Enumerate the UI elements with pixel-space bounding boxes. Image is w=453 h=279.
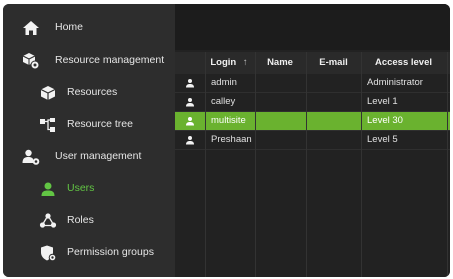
table-row[interactable]: Preshaan Level 5 (175, 131, 450, 150)
column-divider (447, 52, 448, 277)
column-divider (205, 52, 206, 277)
cell-name (257, 93, 305, 111)
cell-email (308, 112, 360, 130)
sidebar-item-label: Permission groups (67, 246, 154, 258)
sidebar-item-label: Roles (67, 214, 94, 226)
cell-login: Preshaan (211, 134, 252, 145)
sidebar-item-users[interactable]: Users (3, 173, 175, 205)
user-gear-icon (22, 149, 40, 165)
cell-email (308, 74, 360, 92)
user-icon (186, 136, 194, 145)
table-row[interactable]: calley Level 1 (175, 93, 450, 112)
sidebar-item-permission-groups[interactable]: Permission groups (3, 237, 175, 269)
sidebar-item-resource-tree[interactable]: Resource tree (3, 109, 175, 141)
sidebar-item-label: Users (67, 182, 95, 194)
sidebar-item-resource-management[interactable]: Resource management (3, 45, 175, 77)
cell-access-level: Level 30 (367, 115, 403, 126)
toolbar-area (175, 4, 450, 50)
sidebar-item-resources[interactable]: Resources (3, 77, 175, 109)
cell-login: calley (211, 96, 236, 107)
sidebar-item-label: Resource tree (67, 118, 133, 130)
app-window: Home Resource management Resources Resou… (3, 4, 450, 277)
user-icon (186, 98, 194, 107)
sidebar: Home Resource management Resources Resou… (3, 4, 175, 277)
column-header-login[interactable]: Login ↑ (205, 52, 253, 74)
user-icon (186, 117, 194, 126)
roles-icon (39, 213, 57, 228)
cell-access-level: Administrator (367, 77, 423, 88)
sidebar-item-label: Resources (67, 86, 118, 98)
permission-groups-icon (41, 245, 57, 262)
cell-email (308, 93, 360, 111)
cell-name (257, 112, 305, 130)
column-divider (306, 52, 307, 277)
user-icon (186, 79, 194, 88)
cell-access-level: Level 5 (367, 134, 398, 145)
table-row[interactable]: admin Administrator (175, 74, 450, 93)
column-header-email[interactable]: E-mail (306, 52, 361, 74)
sidebar-item-home[interactable]: Home (3, 12, 175, 44)
cell-login: admin (211, 77, 237, 88)
sidebar-item-user-management[interactable]: User management (3, 141, 175, 173)
cube-icon (40, 86, 56, 100)
sidebar-item-label: User management (55, 150, 142, 162)
column-divider (361, 52, 362, 277)
sidebar-item-label: Home (55, 21, 84, 33)
cell-login: multisite (211, 115, 246, 126)
column-header-name[interactable]: Name (255, 52, 305, 74)
cell-access-level: Level 1 (367, 96, 398, 107)
sidebar-item-label: Resource management (55, 54, 165, 66)
cell-name (257, 131, 305, 149)
table-row-selected[interactable]: multisite Level 30 (175, 112, 450, 131)
sort-ascending-icon: ↑ (242, 57, 248, 68)
column-divider (255, 52, 256, 277)
sidebar-item-roles[interactable]: Roles (3, 205, 175, 237)
user-icon (41, 182, 55, 196)
cell-name (257, 74, 305, 92)
cell-email (308, 131, 360, 149)
home-icon (23, 21, 39, 35)
main-content: Login ↑ Name E-mail Access level admin A… (175, 4, 450, 277)
column-header-access-level[interactable]: Access level (361, 52, 446, 74)
column-label: Login (210, 57, 237, 68)
tree-icon (40, 118, 55, 132)
table-header: Login ↑ Name E-mail Access level (175, 52, 450, 74)
resource-management-icon (22, 53, 40, 70)
